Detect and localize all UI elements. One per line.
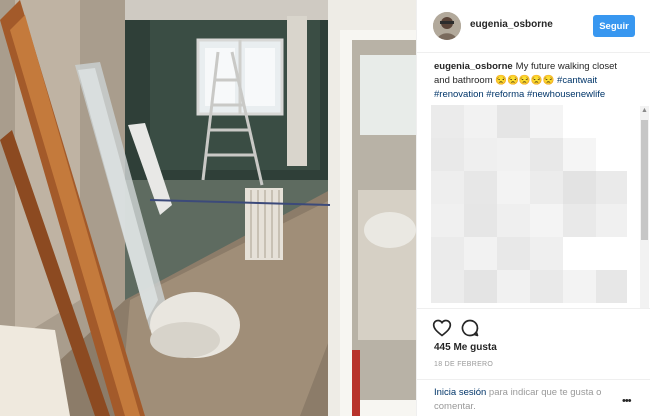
hashtag-link[interactable]: #reforma bbox=[486, 89, 524, 100]
likes-count[interactable]: 445 Me gusta bbox=[434, 342, 497, 353]
profile-photo-icon bbox=[433, 12, 461, 40]
login-link[interactable]: Inicia sesión bbox=[434, 387, 486, 398]
post-caption: eugenia_osborne My future walking closet … bbox=[434, 60, 628, 102]
comment-icon[interactable] bbox=[460, 318, 480, 338]
post-actions: 445 Me gusta 18 DE FEBRERO Inicia sesión… bbox=[417, 308, 650, 417]
header-username[interactable]: eugenia_osborne bbox=[470, 19, 553, 30]
hashtag-link[interactable]: #newhousenewlife bbox=[527, 89, 605, 100]
post-photo[interactable] bbox=[0, 0, 416, 416]
comments-panel: eugenia_osborne My future walking closet … bbox=[417, 52, 650, 308]
instagram-post-window: eugenia_osborne Seguir eugenia_osborne My… bbox=[0, 0, 650, 416]
scroll-up-icon[interactable]: ▲ bbox=[640, 106, 649, 115]
hashtag-link[interactable]: #cantwait bbox=[557, 75, 597, 86]
heart-icon[interactable] bbox=[432, 318, 452, 338]
follow-button[interactable]: Seguir bbox=[593, 15, 635, 37]
login-prompt: Inicia sesión para indicar que te gusta … bbox=[417, 379, 650, 414]
comments-scrollbar[interactable]: ▲ ▼ bbox=[640, 106, 649, 308]
more-options-icon[interactable]: ••• bbox=[622, 396, 638, 407]
post-header: eugenia_osborne Seguir bbox=[417, 0, 650, 53]
avatar[interactable] bbox=[433, 12, 461, 40]
post-date: 18 DE FEBRERO bbox=[434, 361, 494, 368]
hashtag-link[interactable]: #renovation bbox=[434, 89, 484, 100]
caption-username[interactable]: eugenia_osborne bbox=[434, 61, 513, 72]
scrollbar-thumb[interactable] bbox=[641, 120, 648, 240]
renovation-room-image bbox=[0, 0, 416, 416]
blurred-comments bbox=[431, 105, 627, 308]
post-sidebar: eugenia_osborne Seguir eugenia_osborne My… bbox=[416, 0, 650, 416]
